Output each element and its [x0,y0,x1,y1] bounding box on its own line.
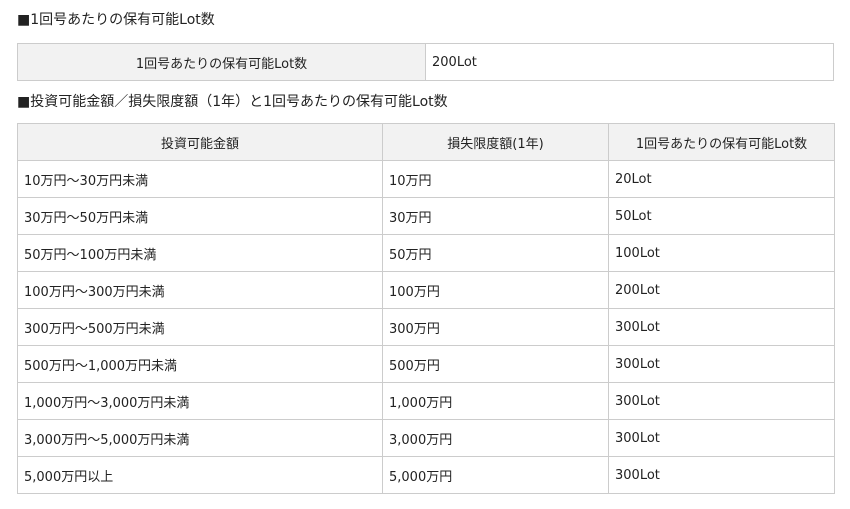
lot-count-cell: 50Lot [608,197,835,235]
lot-count-cell: 100Lot [608,234,835,272]
section-heading-investment-table: ■投資可能金額／損失限度額（1年）と1回号あたりの保有可能Lot数 [17,94,448,110]
loss-limit-cell: 30万円 [382,197,609,235]
investment-amount-cell: 50万円～100万円未満 [17,234,383,272]
investment-amount-cell: 100万円～300万円未満 [17,271,383,309]
lot-count-cell: 300Lot [608,419,835,457]
loss-limit-cell: 500万円 [382,345,609,383]
lot-count-cell: 300Lot [608,308,835,346]
table-header-row: 投資可能金額 損失限度額(1年) 1回号あたりの保有可能Lot数 [17,123,835,161]
column-header-lot-count: 1回号あたりの保有可能Lot数 [608,123,835,161]
table-row: 1,000万円～3,000万円未満 1,000万円 300Lot [17,382,835,420]
investment-amount-cell: 500万円～1,000万円未満 [17,345,383,383]
investment-amount-cell: 30万円～50万円未満 [17,197,383,235]
column-header-loss-limit: 損失限度額(1年) [382,123,609,161]
column-header-investment-amount: 投資可能金額 [17,123,383,161]
investment-amount-cell: 300万円～500万円未満 [17,308,383,346]
investment-amount-cell: 5,000万円以上 [17,456,383,494]
lot-count-cell: 300Lot [608,345,835,383]
table-row: 10万円～30万円未満 10万円 20Lot [17,160,835,198]
section-heading-lot-count: ■1回号あたりの保有可能Lot数 [17,12,215,28]
loss-limit-cell: 3,000万円 [382,419,609,457]
table-row: 100万円～300万円未満 100万円 200Lot [17,271,835,309]
loss-limit-cell: 100万円 [382,271,609,309]
investment-amount-cell: 3,000万円～5,000万円未満 [17,419,383,457]
page: ■1回号あたりの保有可能Lot数 1回号あたりの保有可能Lot数 200Lot … [0,0,850,509]
summary-value-cell: 200Lot [425,43,834,81]
lot-count-summary-table: 1回号あたりの保有可能Lot数 200Lot [17,43,834,81]
loss-limit-cell: 50万円 [382,234,609,272]
lot-count-cell: 200Lot [608,271,835,309]
investment-lot-table: 投資可能金額 損失限度額(1年) 1回号あたりの保有可能Lot数 10万円～30… [17,123,835,494]
table-row: 300万円～500万円未満 300万円 300Lot [17,308,835,346]
loss-limit-cell: 1,000万円 [382,382,609,420]
investment-amount-cell: 10万円～30万円未満 [17,160,383,198]
table-row: 5,000万円以上 5,000万円 300Lot [17,456,835,494]
lot-count-cell: 20Lot [608,160,835,198]
summary-label-cell: 1回号あたりの保有可能Lot数 [17,43,426,81]
loss-limit-cell: 5,000万円 [382,456,609,494]
table-row: 1回号あたりの保有可能Lot数 200Lot [17,43,834,81]
table-row: 500万円～1,000万円未満 500万円 300Lot [17,345,835,383]
loss-limit-cell: 300万円 [382,308,609,346]
investment-amount-cell: 1,000万円～3,000万円未満 [17,382,383,420]
table-row: 3,000万円～5,000万円未満 3,000万円 300Lot [17,419,835,457]
loss-limit-cell: 10万円 [382,160,609,198]
table-row: 50万円～100万円未満 50万円 100Lot [17,234,835,272]
lot-count-cell: 300Lot [608,382,835,420]
table-row: 30万円～50万円未満 30万円 50Lot [17,197,835,235]
lot-count-cell: 300Lot [608,456,835,494]
